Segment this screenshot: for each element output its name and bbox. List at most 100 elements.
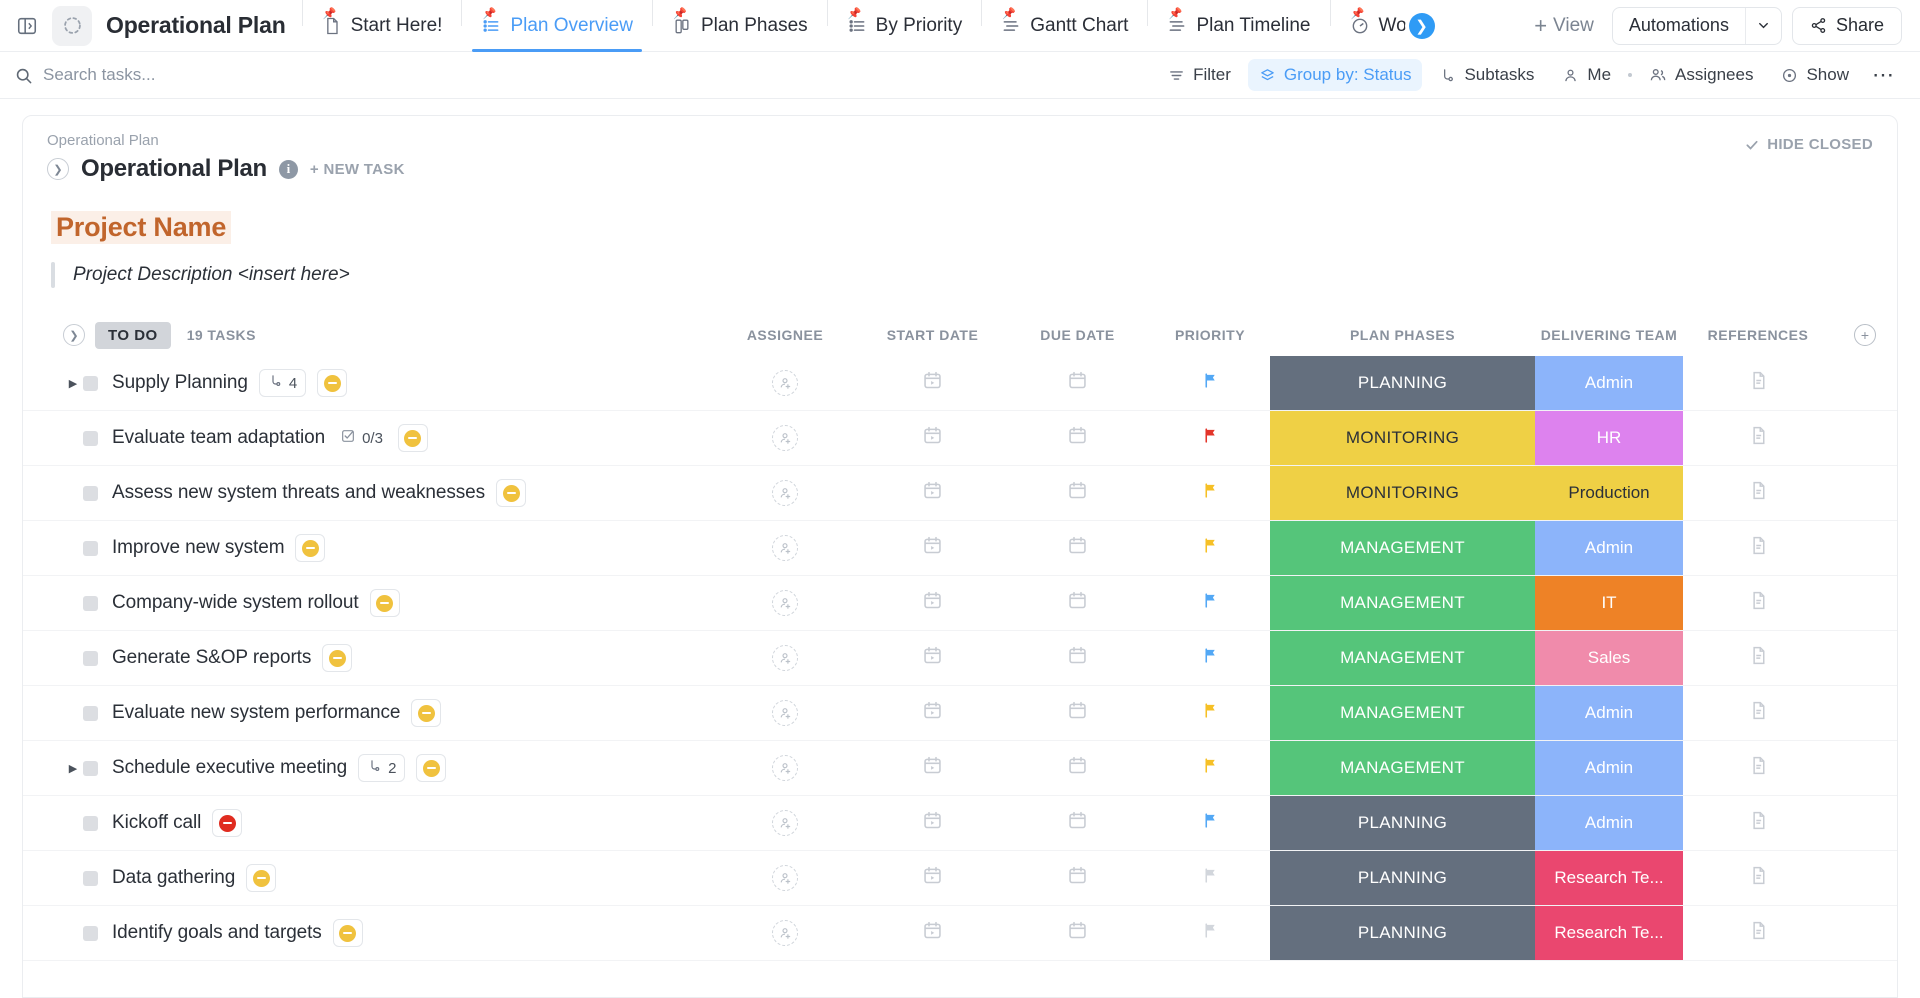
table-row[interactable]: Kickoff callPLANNINGAdmin xyxy=(23,796,1897,851)
task-name-cell[interactable]: Identify goals and targets xyxy=(23,906,710,960)
priority-cell[interactable] xyxy=(1150,521,1270,575)
hide-closed-button[interactable]: HIDE CLOSED xyxy=(1745,136,1873,153)
info-icon[interactable]: i xyxy=(279,160,298,179)
priority-cell[interactable] xyxy=(1150,741,1270,795)
checklist-badge[interactable]: 0/3 xyxy=(336,424,387,452)
subtasks-button[interactable]: Subtasks xyxy=(1428,59,1545,91)
references-cell[interactable] xyxy=(1683,796,1833,850)
priority-cell[interactable] xyxy=(1150,631,1270,685)
task-name-cell[interactable]: ▶Supply Planning4 xyxy=(23,356,710,410)
assignee-cell[interactable] xyxy=(710,631,860,685)
references-cell[interactable] xyxy=(1683,631,1833,685)
assignee-cell[interactable] xyxy=(710,466,860,520)
due-date-cell[interactable] xyxy=(1005,851,1150,905)
tab-workload[interactable]: 📌 Wor xyxy=(1333,0,1419,52)
sidebar-toggle-button[interactable] xyxy=(10,9,44,43)
assignee-cell[interactable] xyxy=(710,356,860,410)
task-status-icon-button[interactable] xyxy=(246,864,276,892)
plan-phase-cell[interactable]: MANAGEMENT xyxy=(1270,521,1535,575)
add-column-button[interactable]: + xyxy=(1833,324,1897,346)
references-cell[interactable] xyxy=(1683,686,1833,740)
assignee-cell[interactable] xyxy=(710,851,860,905)
task-name-cell[interactable]: Evaluate team adaptation0/3 xyxy=(23,411,710,465)
priority-cell[interactable] xyxy=(1150,796,1270,850)
references-cell[interactable] xyxy=(1683,851,1833,905)
automations-dropdown-button[interactable] xyxy=(1745,8,1781,44)
task-status-checkbox[interactable] xyxy=(83,376,98,391)
delivering-team-cell[interactable]: Admin xyxy=(1535,686,1683,740)
tab-plan-timeline[interactable]: 📌 Plan Timeline xyxy=(1150,0,1327,52)
references-cell[interactable] xyxy=(1683,741,1833,795)
workspace-avatar[interactable] xyxy=(52,6,92,46)
task-name-cell[interactable]: ▶Schedule executive meeting2 xyxy=(23,741,710,795)
delivering-team-cell[interactable]: HR xyxy=(1535,411,1683,465)
table-row[interactable]: Improve new systemMANAGEMENTAdmin xyxy=(23,521,1897,576)
assignee-cell[interactable] xyxy=(710,906,860,960)
tab-start-here[interactable]: 📌 Start Here! xyxy=(305,0,460,52)
subtask-count-badge[interactable]: 4 xyxy=(259,369,306,397)
task-status-checkbox[interactable] xyxy=(83,816,98,831)
task-name-cell[interactable]: Evaluate new system performance xyxy=(23,686,710,740)
breadcrumb[interactable]: Operational Plan xyxy=(47,132,1875,149)
task-status-icon-button[interactable] xyxy=(496,479,526,507)
due-date-cell[interactable] xyxy=(1005,631,1150,685)
delivering-team-cell[interactable]: Sales xyxy=(1535,631,1683,685)
me-button[interactable]: Me xyxy=(1551,59,1622,91)
references-cell[interactable] xyxy=(1683,906,1833,960)
start-date-cell[interactable] xyxy=(860,411,1005,465)
task-status-checkbox[interactable] xyxy=(83,486,98,501)
plan-phase-cell[interactable]: PLANNING xyxy=(1270,356,1535,410)
due-date-cell[interactable] xyxy=(1005,466,1150,520)
task-status-checkbox[interactable] xyxy=(83,926,98,941)
plan-phase-cell[interactable]: MANAGEMENT xyxy=(1270,741,1535,795)
priority-cell[interactable] xyxy=(1150,851,1270,905)
task-status-icon-button[interactable] xyxy=(322,644,352,672)
due-date-cell[interactable] xyxy=(1005,741,1150,795)
table-row[interactable]: Evaluate team adaptation0/3 MONITORINGHR xyxy=(23,411,1897,466)
plan-phase-cell[interactable]: PLANNING xyxy=(1270,796,1535,850)
task-status-checkbox[interactable] xyxy=(83,596,98,611)
tab-plan-phases[interactable]: 📌 Plan Phases xyxy=(655,0,825,52)
delivering-team-cell[interactable]: Research Te... xyxy=(1535,851,1683,905)
subtask-count-badge[interactable]: 2 xyxy=(358,754,405,782)
share-button[interactable]: Share xyxy=(1792,7,1902,45)
collapse-list-button[interactable]: ❯ xyxy=(47,158,69,180)
plan-phase-cell[interactable]: PLANNING xyxy=(1270,906,1535,960)
plan-phase-cell[interactable]: MONITORING xyxy=(1270,466,1535,520)
delivering-team-cell[interactable]: Admin xyxy=(1535,741,1683,795)
due-date-cell[interactable] xyxy=(1005,576,1150,630)
assignees-button[interactable]: Assignees xyxy=(1638,59,1764,91)
table-row[interactable]: Generate S&OP reportsMANAGEMENTSales xyxy=(23,631,1897,686)
tabs-next-button[interactable]: ❯ xyxy=(1409,13,1435,39)
task-status-checkbox[interactable] xyxy=(83,706,98,721)
column-header-start-date[interactable]: START DATE xyxy=(860,327,1005,343)
task-status-icon-button[interactable] xyxy=(317,369,347,397)
task-name-cell[interactable]: Data gathering xyxy=(23,851,710,905)
references-cell[interactable] xyxy=(1683,576,1833,630)
start-date-cell[interactable] xyxy=(860,686,1005,740)
tab-plan-overview[interactable]: 📌 Plan Overview xyxy=(464,0,650,52)
start-date-cell[interactable] xyxy=(860,631,1005,685)
task-status-icon-button[interactable] xyxy=(416,754,446,782)
task-status-icon-button[interactable] xyxy=(333,919,363,947)
automations-button[interactable]: Automations xyxy=(1613,8,1745,44)
assignee-cell[interactable] xyxy=(710,741,860,795)
search-input[interactable] xyxy=(43,65,253,85)
task-status-icon-button[interactable] xyxy=(370,589,400,617)
references-cell[interactable] xyxy=(1683,411,1833,465)
start-date-cell[interactable] xyxy=(860,466,1005,520)
assignee-cell[interactable] xyxy=(710,411,860,465)
group-by-button[interactable]: Group by: Status xyxy=(1248,59,1423,91)
delivering-team-cell[interactable]: Admin xyxy=(1535,521,1683,575)
task-name-cell[interactable]: Company-wide system rollout xyxy=(23,576,710,630)
plan-phase-cell[interactable]: MONITORING xyxy=(1270,411,1535,465)
task-status-checkbox[interactable] xyxy=(83,871,98,886)
task-status-icon-button[interactable] xyxy=(398,424,428,452)
expand-subtasks-toggle[interactable]: ▶ xyxy=(63,377,83,390)
table-row[interactable]: Data gatheringPLANNINGResearch Te... xyxy=(23,851,1897,906)
start-date-cell[interactable] xyxy=(860,796,1005,850)
plan-phase-cell[interactable]: MANAGEMENT xyxy=(1270,631,1535,685)
expand-subtasks-toggle[interactable]: ▶ xyxy=(63,762,83,775)
delivering-team-cell[interactable]: IT xyxy=(1535,576,1683,630)
due-date-cell[interactable] xyxy=(1005,906,1150,960)
